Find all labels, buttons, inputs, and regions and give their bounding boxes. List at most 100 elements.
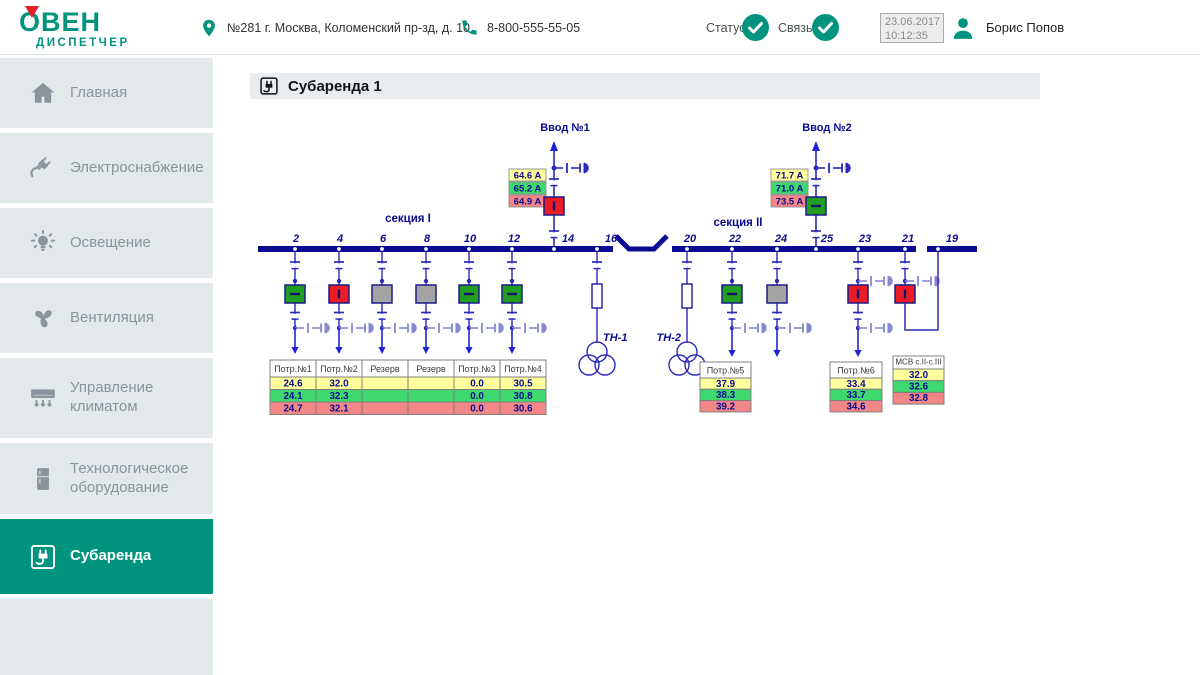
link-indicator: [812, 0, 839, 55]
junction-dot: [467, 279, 471, 283]
disconnector-gap: [337, 263, 341, 267]
consumer-table-cell: [362, 390, 408, 403]
junction-dot: [424, 279, 428, 283]
vt-label: ТН-1: [603, 332, 627, 344]
bus-position-number: 24: [774, 233, 787, 245]
junction-dot: [510, 279, 514, 283]
consumer-table-value: 30.5: [513, 378, 533, 389]
sidebar-item-ventilation[interactable]: Вентиляция: [0, 283, 213, 353]
fan-icon: [29, 304, 57, 332]
disconnector-gap: [552, 180, 556, 184]
top-header: ОВЕН ДИСПЕТЧЕР №281 г. Москва, Коломенск…: [0, 0, 1200, 55]
down-arrow: [508, 347, 515, 354]
consumer-table-value: 32.1: [329, 403, 349, 414]
section-label: секция I: [385, 213, 431, 225]
bus-connection-dot: [424, 247, 428, 251]
consumer-table-cell: [362, 402, 408, 415]
drawout-symbol: [584, 163, 589, 174]
status-ok-icon: [742, 14, 769, 41]
drawout-symbol: [412, 323, 417, 334]
consumer-table-value: 39.2: [716, 401, 736, 412]
consumer-table-header: Потр.№2: [320, 364, 358, 374]
bus-position-number: 25: [820, 233, 834, 245]
down-arrow: [465, 347, 472, 354]
status-label: Статус: [706, 21, 746, 35]
phone-icon: [460, 18, 479, 37]
consumer-table-value: 24.7: [283, 403, 303, 414]
consumer-table-value: 32.0: [909, 370, 929, 381]
consumer-table-header: Потр.№5: [707, 366, 745, 376]
consumer-table-header: Потр.№3: [458, 364, 496, 374]
sidebar-item-power[interactable]: Электроснабжение: [0, 133, 213, 203]
bus-position-number: 8: [424, 233, 431, 245]
down-arrow: [335, 347, 342, 354]
consumer-table-value: 24.1: [283, 391, 303, 402]
section-label: секция II: [714, 217, 763, 229]
location-pin-icon: [200, 16, 218, 40]
vt-label: ТН-2: [657, 332, 681, 344]
sidebar-nav: ГлавнаяЭлектроснабжениеОсвещение Вентиляц…: [0, 55, 213, 675]
climate-icon: [29, 384, 57, 412]
consumer-table-cell: [408, 390, 454, 403]
drawout-symbol: [762, 323, 767, 334]
disconnector-gap: [424, 314, 428, 318]
input-label: Ввод №2: [802, 122, 852, 134]
bus-tie-open-switch[interactable]: [616, 236, 667, 249]
drawout-symbol: [456, 323, 461, 334]
disconnector-gap: [293, 314, 297, 318]
socket-icon: [29, 543, 57, 571]
bus-connection-dot: [730, 247, 734, 251]
drawout-symbol: [846, 163, 851, 174]
user-name: Борис Попов: [986, 20, 1064, 35]
breaker-gray[interactable]: [767, 285, 787, 303]
datetime-box: 23.06.2017 10:12:35: [880, 13, 944, 43]
drawout-symbol: [935, 276, 940, 287]
disconnector-gap: [510, 314, 514, 318]
sidebar-item-lighting[interactable]: Освещение: [0, 208, 213, 278]
user-menu[interactable]: Борис Попов: [950, 0, 1064, 55]
disconnector-gap: [510, 263, 514, 267]
bus-connection-dot: [510, 247, 514, 251]
disconnector-gap: [380, 314, 384, 318]
consumer-table-value: 32.6: [909, 382, 929, 393]
date-text: 23.06.2017: [885, 15, 939, 29]
drawout-symbol: [369, 323, 374, 334]
drawout-symbol: [325, 323, 330, 334]
sidebar-item-climate[interactable]: Управление климатом: [0, 358, 213, 438]
consumer-table-cell: [362, 377, 408, 390]
sidebar-item-label: Вентиляция: [70, 309, 160, 328]
consumer-table-value: 24.6: [283, 378, 303, 389]
disconnector-gap: [685, 263, 689, 267]
disconnector-gap: [814, 232, 818, 236]
junction-dot: [775, 279, 779, 283]
disconnector-gap: [552, 232, 556, 236]
sidebar-item-home[interactable]: Главная: [0, 58, 213, 128]
consumer-table-value: 0.0: [470, 391, 484, 402]
disconnector-gap: [775, 263, 779, 267]
down-arrow: [854, 350, 861, 357]
fuse: [592, 284, 602, 308]
bus-connection-dot: [552, 247, 556, 251]
bus-connection-dot: [337, 247, 341, 251]
bus-position-number: 10: [464, 233, 477, 245]
consumer-table-header: Потр.№6: [837, 366, 875, 376]
bus-position-number: 12: [508, 233, 520, 245]
drawout-symbol: [888, 323, 893, 334]
breaker-gray[interactable]: [372, 285, 392, 303]
sidebar-item-equipment[interactable]: Технологическое оборудование: [0, 443, 213, 514]
disconnector-gap: [380, 263, 384, 267]
bus-connection-dot: [467, 247, 471, 251]
breaker-gray[interactable]: [416, 285, 436, 303]
input-label: Ввод №1: [540, 122, 590, 134]
bus-connection-dot: [380, 247, 384, 251]
sidebar-item-label: Управление климатом: [70, 379, 213, 417]
fuse: [682, 284, 692, 308]
disconnector-gap: [814, 180, 818, 184]
sidebar-item-sublease[interactable]: Субаренда: [0, 519, 213, 594]
disconnector-gap: [775, 314, 779, 318]
junction-dot: [337, 279, 341, 283]
sidebar-item-label: Технологическое оборудование: [70, 460, 213, 498]
home-icon: [29, 79, 57, 107]
measurement-value: 71.0 A: [776, 184, 804, 195]
bus-position-number: 22: [728, 233, 741, 245]
